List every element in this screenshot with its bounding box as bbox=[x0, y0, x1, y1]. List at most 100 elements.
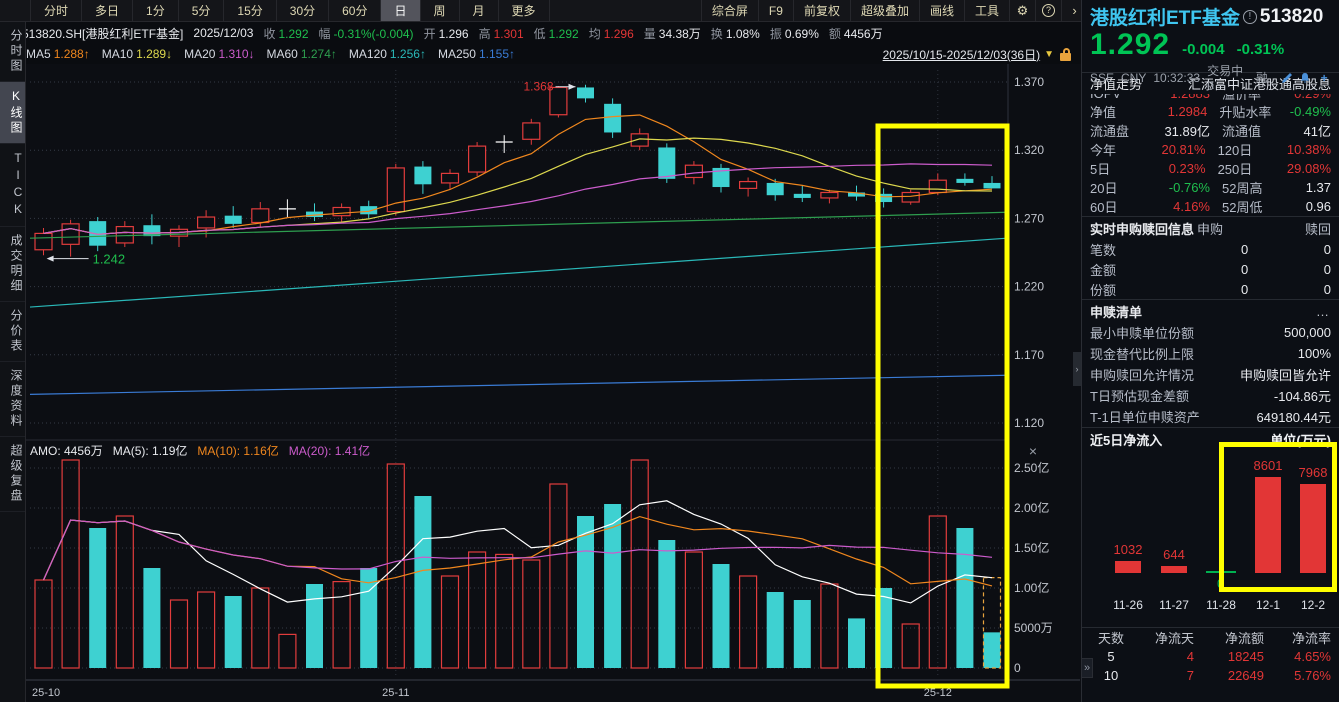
edit-icon[interactable] bbox=[1280, 71, 1294, 85]
info-icon[interactable]: ! bbox=[1243, 10, 1257, 24]
period-tab-8[interactable]: 周 bbox=[421, 0, 460, 21]
realtime-row-1: 金额00 bbox=[1082, 259, 1339, 279]
amo-value: AMO: 4456万 bbox=[30, 442, 103, 459]
tool-5[interactable]: 工具 bbox=[964, 0, 1009, 21]
ma-MA5: MA51.288↑ bbox=[26, 47, 90, 61]
trading-status: 交易中0 bbox=[1207, 62, 1249, 93]
svg-text:2.50亿: 2.50亿 bbox=[1014, 460, 1049, 475]
inflow-date-12-2: 12-2 bbox=[1288, 598, 1338, 612]
highlight-box bbox=[1219, 442, 1337, 592]
redeem-col-header: 赎回 bbox=[1267, 219, 1331, 238]
alert-bell-icon[interactable] bbox=[1299, 71, 1313, 85]
stat-row-0: 净值1.2984 升贴水率-0.49% bbox=[1082, 102, 1339, 121]
period-tab-4[interactable]: 15分 bbox=[224, 0, 276, 21]
tool-3[interactable]: 超级叠加 bbox=[850, 0, 919, 21]
caret-down-icon[interactable]: ▼ bbox=[1044, 49, 1054, 60]
exchange-label: SSE bbox=[1090, 71, 1114, 85]
svg-text:0: 0 bbox=[1014, 661, 1021, 675]
svg-text:25-10: 25-10 bbox=[32, 687, 60, 699]
quote-fields: 收1.292幅-0.31%(-0.004)开1.296高1.301低1.292均… bbox=[263, 25, 892, 42]
realtime-rows: 笔数00金额00份额00 bbox=[1082, 239, 1339, 299]
stat-row-1: 流通盘31.89亿 流通值41亿 bbox=[1082, 121, 1339, 140]
inflow-bar-11-27 bbox=[1161, 566, 1187, 573]
svg-text:25-11: 25-11 bbox=[382, 687, 409, 699]
panel-collapse-handle[interactable]: › bbox=[1073, 352, 1081, 386]
period-tabs: 分时多日1分5分15分30分60分日周月更多 bbox=[30, 0, 550, 21]
fund-stats-rows: 净值1.2984 升贴水率-0.49% 流通盘31.89亿 流通值41亿 今年2… bbox=[1082, 102, 1339, 216]
ma-MA10: MA101.289↓ bbox=[102, 47, 172, 61]
date-range-label[interactable]: 2025/10/15-2025/12/03(36日) bbox=[883, 46, 1040, 63]
period-tab-5[interactable]: 30分 bbox=[277, 0, 329, 21]
realtime-row-0: 笔数00 bbox=[1082, 239, 1339, 259]
expand-handle[interactable]: » bbox=[1082, 658, 1093, 678]
sidebar-item-0[interactable]: 分时图 bbox=[0, 22, 25, 82]
sidebar-item-3[interactable]: 成交明细 bbox=[0, 227, 25, 302]
more-icon[interactable]: … bbox=[1316, 304, 1331, 319]
redeem-rows: 最小申赎单位份额500,000现金替代比例上限100%申购赎回允许情况申购赎回皆… bbox=[1082, 322, 1339, 427]
inflow-title: 近5日净流入 bbox=[1090, 430, 1162, 449]
svg-text:1.368: 1.368 bbox=[523, 80, 553, 94]
svg-text:1.00亿: 1.00亿 bbox=[1014, 580, 1049, 595]
redeem-row-4: T-1日单位申赎资产649180.44元 bbox=[1082, 406, 1339, 427]
close-icon[interactable]: × bbox=[1025, 445, 1041, 459]
iopv-row: IOPV1.2883 溢价率0.29% bbox=[1082, 94, 1339, 102]
field-振: 振0.69% bbox=[770, 27, 819, 41]
amo-ma5: MA(5): 1.19亿 bbox=[113, 442, 188, 459]
inflow-table-row-0: 54182454.65% bbox=[1082, 647, 1339, 666]
svg-text:25-12: 25-12 bbox=[924, 687, 952, 699]
kline-volume-chart[interactable]: 1.3701.3201.2701.2201.1701.1202.50亿2.00亿… bbox=[26, 64, 1081, 702]
net-inflow-chart-section: 近5日净流入 单位(万元) 103211-2664411-27011-28860… bbox=[1082, 428, 1339, 628]
svg-text:1.242: 1.242 bbox=[93, 252, 126, 267]
ma-MA60: MA601.274↑ bbox=[267, 47, 337, 61]
redeem-row-2: 申购赎回允许情况申购赎回皆允许 bbox=[1082, 364, 1339, 385]
sidebar-item-5[interactable]: 深度资料 bbox=[0, 362, 25, 437]
date-range-selector[interactable]: 2025/10/15-2025/12/03(36日) ▼ bbox=[883, 46, 1072, 63]
ma-MA250: MA2501.155↑ bbox=[438, 47, 515, 61]
svg-text:1.220: 1.220 bbox=[1014, 280, 1044, 294]
period-tab-10[interactable]: 更多 bbox=[499, 0, 550, 21]
fund-header: 港股红利ETF基金 ! 513820 1.292 -0.004 -0.31% S… bbox=[1082, 0, 1339, 73]
add-watchlist-icon[interactable]: + bbox=[1317, 71, 1331, 85]
subscribe-col-header: 申购 bbox=[1197, 219, 1267, 238]
tool-1[interactable]: F9 bbox=[758, 0, 793, 21]
unlock-icon[interactable] bbox=[1060, 48, 1072, 61]
left-view-sidebar: 分时图K线图TICK成交明细分价表深度资料超级复盘 bbox=[0, 22, 26, 702]
ma-MA120: MA1201.256↑ bbox=[349, 47, 426, 61]
tool-0[interactable]: 综合屏 bbox=[701, 0, 758, 21]
gear-icon[interactable]: ⚙ bbox=[1009, 0, 1035, 21]
field-高: 高1.301 bbox=[479, 27, 524, 41]
tool-2[interactable]: 前复权 bbox=[793, 0, 850, 21]
period-tab-7[interactable]: 日 bbox=[381, 0, 420, 21]
redeem-row-0: 最小申赎单位份额500,000 bbox=[1082, 322, 1339, 343]
svg-text:1.270: 1.270 bbox=[1014, 211, 1044, 225]
sidebar-item-4[interactable]: 分价表 bbox=[0, 302, 25, 362]
ma-indicator-bar: MA51.288↑MA101.289↓MA201.310↓MA601.274↑M… bbox=[26, 44, 1080, 64]
help-icon[interactable]: ? bbox=[1035, 0, 1061, 21]
inflow-date-11-27: 11-27 bbox=[1149, 598, 1199, 612]
sidebar-item-6[interactable]: 超级复盘 bbox=[0, 437, 25, 512]
symbol-code: 513820.SH[港股红利ETF基金] bbox=[22, 25, 183, 42]
period-tab-3[interactable]: 5分 bbox=[179, 0, 225, 21]
inflow-table-header: 天数净流天净流额净流率 bbox=[1082, 628, 1339, 647]
quote-side-panel: 港股红利ETF基金 ! 513820 1.292 -0.004 -0.31% S… bbox=[1081, 0, 1339, 702]
period-tab-2[interactable]: 1分 bbox=[133, 0, 179, 21]
amo-ma10: MA(10): 1.16亿 bbox=[197, 442, 278, 459]
svg-text:1.170: 1.170 bbox=[1014, 348, 1044, 362]
tool-4[interactable]: 画线 bbox=[919, 0, 964, 21]
kline-chart-region[interactable]: 1.3701.3201.2701.2201.1701.1202.50亿2.00亿… bbox=[26, 64, 1081, 702]
svg-text:1.120: 1.120 bbox=[1014, 416, 1044, 430]
quote-info-bar: 513820.SH[港股红利ETF基金] 2025/12/03 收1.292幅-… bbox=[22, 22, 1080, 44]
period-tab-0[interactable]: 分时 bbox=[30, 0, 82, 21]
period-tab-6[interactable]: 60分 bbox=[329, 0, 381, 21]
field-均: 均1.296 bbox=[589, 27, 634, 41]
price-change-pct: -0.31% bbox=[1237, 41, 1285, 58]
sidebar-item-2[interactable]: TICK bbox=[0, 144, 25, 227]
realtime-row-2: 份额00 bbox=[1082, 279, 1339, 299]
period-tab-1[interactable]: 多日 bbox=[82, 0, 133, 21]
svg-text:2.00亿: 2.00亿 bbox=[1014, 500, 1049, 515]
field-换: 换1.08% bbox=[711, 27, 760, 41]
inflow-date-12-1: 12-1 bbox=[1243, 598, 1293, 612]
period-tab-9[interactable]: 月 bbox=[460, 0, 499, 21]
sidebar-item-1[interactable]: K线图 bbox=[0, 82, 25, 144]
amo-ma20: MA(20): 1.41亿 bbox=[289, 442, 370, 459]
